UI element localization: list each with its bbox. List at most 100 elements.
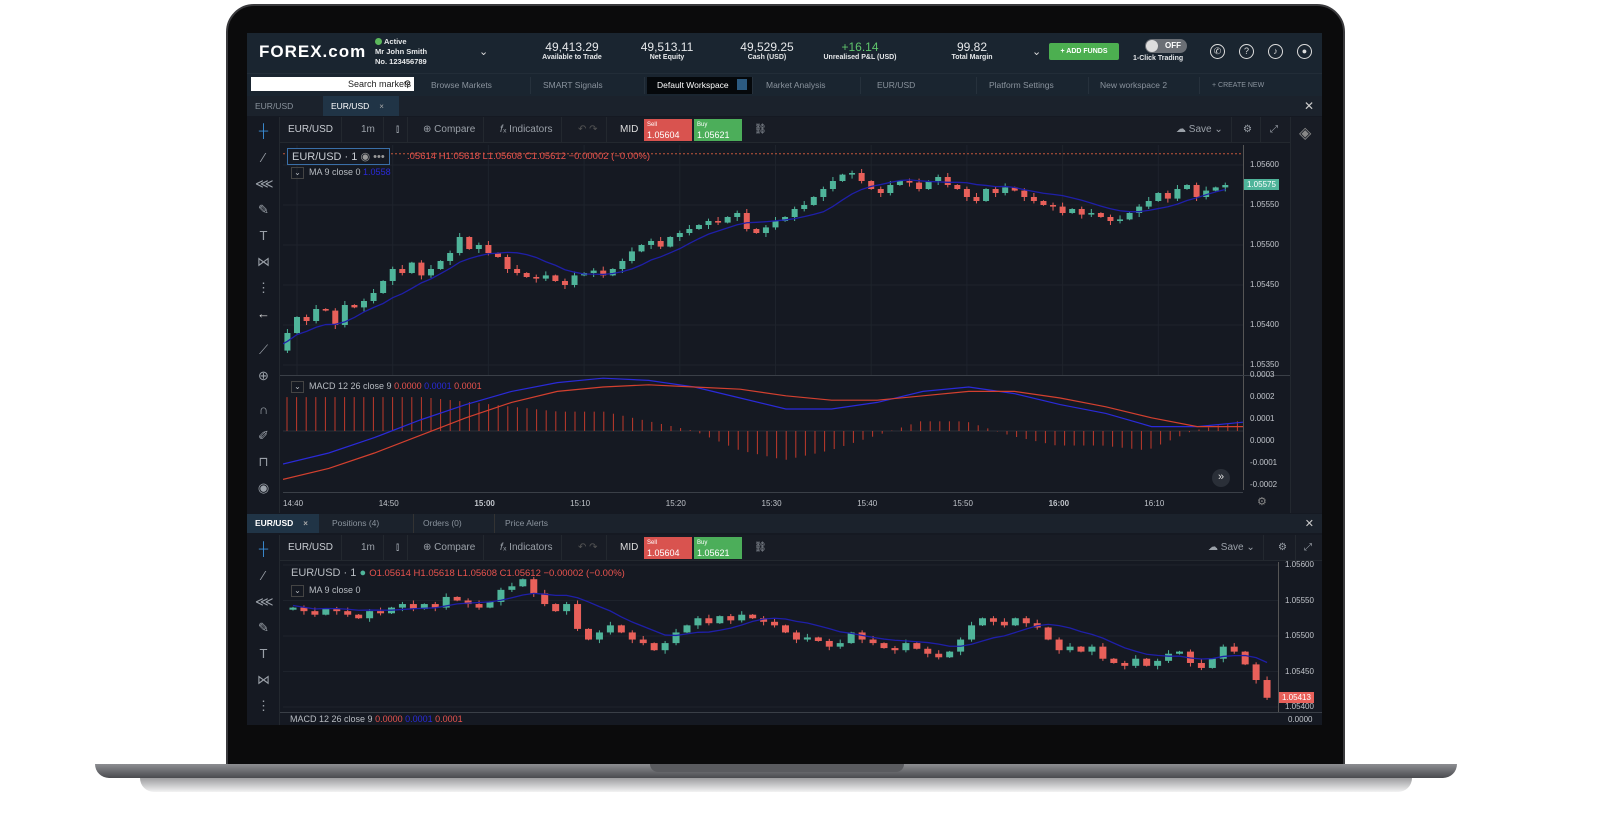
tab-platform-settings[interactable]: Platform Settings bbox=[979, 77, 1089, 94]
macd-chart[interactable] bbox=[283, 376, 1243, 490]
tab-market-analysis[interactable]: Market Analysis bbox=[756, 77, 861, 94]
time-axis[interactable]: 14:40 14:50 15:00 15:10 15:20 15:30 15:40 15:50… bbox=[283, 492, 1243, 512]
collapse-chevron-icon[interactable]: ⌄ bbox=[291, 585, 304, 597]
close-panel-icon[interactable]: ✕ bbox=[1305, 517, 1314, 530]
eye-icon[interactable]: ◉ bbox=[255, 479, 272, 496]
collapse-chevron-icon[interactable]: ⌄ bbox=[291, 167, 304, 179]
buy-button[interactable]: Buy 1.05621 bbox=[694, 537, 742, 559]
tab-browse-markets[interactable]: Browse Markets bbox=[421, 77, 531, 94]
prediction-icon[interactable]: ⋮ bbox=[255, 697, 272, 714]
search-input[interactable]: Search markets ⚲ bbox=[251, 77, 414, 91]
save-button[interactable]: ☁ Save ⌄ bbox=[1168, 117, 1232, 143]
sell-button[interactable]: Sell 1.05604 bbox=[644, 537, 692, 559]
phone-icon[interactable]: ✆ bbox=[1210, 44, 1225, 59]
compare-button[interactable]: ⊕ Compare bbox=[415, 535, 485, 561]
interval-selector[interactable]: 1m bbox=[353, 117, 384, 143]
link-icon[interactable]: ⛓ bbox=[746, 117, 775, 143]
main-series-legend[interactable]: EUR/USD · 1 ◉ ••• bbox=[287, 148, 390, 165]
lower-price-chart[interactable] bbox=[283, 562, 1278, 712]
crosshair-icon[interactable]: ┼ bbox=[255, 540, 272, 557]
ruler-icon[interactable]: ⟋ bbox=[255, 341, 272, 358]
symbol-selector[interactable]: EUR/USD bbox=[280, 117, 343, 143]
account-info[interactable]: Active Mr John Smith No. 123456789 bbox=[375, 37, 427, 67]
settings-gear-icon[interactable]: ⚙ bbox=[1235, 117, 1261, 143]
scroll-to-latest-icon[interactable]: » bbox=[1212, 469, 1230, 487]
back-arrow-icon[interactable]: ← bbox=[255, 305, 272, 322]
text-tool-icon[interactable]: T bbox=[255, 645, 272, 662]
brush-icon[interactable]: ✎ bbox=[255, 201, 272, 218]
lower-candle bbox=[1077, 646, 1085, 652]
time-tick: 15:50 bbox=[952, 499, 973, 508]
lock-drawings-icon[interactable]: ✐ bbox=[255, 427, 272, 444]
candle-type-icon[interactable]: ⫾ bbox=[388, 535, 409, 561]
price-axis[interactable]: 1.05600 1.05550 1.05500 1.05450 1.05400 1.053… bbox=[1243, 145, 1290, 375]
indicators-button[interactable]: 𝑓ₓ Indicators bbox=[492, 535, 562, 561]
close-panel-icon[interactable]: ✕ bbox=[1304, 99, 1314, 113]
collapse-chevron-icon[interactable]: ⌄ bbox=[291, 381, 304, 393]
prediction-icon[interactable]: ⋮ bbox=[255, 279, 272, 296]
stats-chevron-down-icon[interactable]: ⌄ bbox=[1032, 45, 1041, 58]
zoom-in-icon[interactable]: ⊕ bbox=[255, 367, 272, 384]
link-icon[interactable]: ⛓ bbox=[746, 535, 775, 561]
stat-available: 49,413.29 Available to Trade bbox=[542, 40, 602, 61]
bottom-tab-orders[interactable]: Orders (0) bbox=[415, 514, 495, 533]
close-icon[interactable]: × bbox=[379, 102, 384, 111]
create-new-button[interactable]: + CREATE NEW bbox=[1202, 77, 1312, 94]
pattern-icon[interactable]: ⋈ bbox=[255, 671, 272, 688]
magnet-icon[interactable]: ∩ bbox=[255, 401, 272, 418]
main-price-chart[interactable] bbox=[283, 145, 1243, 375]
fullscreen-icon[interactable]: ⤢ bbox=[1296, 535, 1320, 561]
main-candle bbox=[810, 197, 817, 205]
fib-tool-icon[interactable]: ⋘ bbox=[255, 593, 274, 610]
tab-new-workspace-2[interactable]: New workspace 2 bbox=[1090, 77, 1200, 94]
close-icon[interactable]: × bbox=[303, 519, 308, 528]
macd-axis[interactable]: 0.0003 0.0002 0.0001 0.0000 -0.0001 -0.0002 bbox=[1243, 370, 1290, 490]
drawing-tools: ┼ ⁄ ⋘ ✎ T ⋈ ⋮ ← ⟋ ⊕ ∩ ✐ ⊓ ◉ bbox=[247, 117, 280, 513]
unlock-icon[interactable]: ⊓ bbox=[255, 453, 272, 470]
tab-eurusd[interactable]: EUR/USD bbox=[867, 77, 977, 94]
compare-button[interactable]: ⊕ Compare bbox=[415, 117, 485, 143]
eye-icon[interactable]: ◉ ••• bbox=[360, 151, 384, 163]
sell-button[interactable]: Sell 1.05604 bbox=[644, 119, 692, 141]
account-chevron-down-icon[interactable]: ⌄ bbox=[479, 45, 488, 58]
tab-smart-signals[interactable]: SMART Signals bbox=[533, 77, 645, 94]
tab-default-workspace[interactable]: Default Workspace bbox=[647, 77, 753, 94]
crosshair-icon[interactable]: ┼ bbox=[255, 122, 272, 139]
trading-platform: FOREX.com Active Mr John Smith No. 12345… bbox=[247, 33, 1322, 725]
symbol-selector[interactable]: EUR/USD bbox=[280, 535, 343, 561]
chart-tab-2[interactable]: EUR/USD × bbox=[323, 96, 399, 116]
candle-type-icon[interactable]: ⫾ bbox=[388, 117, 409, 143]
interval-selector[interactable]: 1m bbox=[353, 535, 384, 561]
chart-toolbar: EUR/USD 1m ⫾ ⊕ Compare 𝑓ₓ Indicators ↶ ↷… bbox=[280, 117, 1290, 143]
lower-price-axis[interactable]: 1.05600 1.05550 1.05500 1.05450 1.05400 1.054… bbox=[1278, 560, 1322, 712]
add-funds-button[interactable]: + ADD FUNDS bbox=[1049, 43, 1119, 60]
save-button[interactable]: ☁ Save ⌄ bbox=[1200, 535, 1264, 561]
undo-redo-icon[interactable]: ↶ ↷ bbox=[570, 535, 607, 561]
main-candle bbox=[705, 221, 712, 225]
undo-redo-icon[interactable]: ↶ ↷ bbox=[570, 117, 607, 143]
bell-icon[interactable]: ♪ bbox=[1268, 44, 1283, 59]
indicators-button[interactable]: 𝑓ₓ Indicators bbox=[492, 117, 562, 143]
chart-tab-1[interactable]: EUR/USD bbox=[247, 96, 319, 116]
trend-line-icon[interactable]: ⁄ bbox=[255, 149, 272, 166]
bottom-tab-price-alerts[interactable]: Price Alerts bbox=[497, 514, 587, 533]
trend-line-icon[interactable]: ⁄ bbox=[255, 567, 272, 584]
fullscreen-icon[interactable]: ⤢ bbox=[1262, 117, 1286, 143]
axis-settings-icon[interactable]: ⚙ bbox=[1257, 495, 1267, 508]
help-icon[interactable]: ? bbox=[1239, 44, 1254, 59]
main-candle bbox=[533, 277, 540, 279]
pattern-icon[interactable]: ⋈ bbox=[255, 253, 272, 270]
bottom-tab-eurusd[interactable]: EUR/USD × bbox=[247, 514, 319, 533]
text-tool-icon[interactable]: T bbox=[255, 227, 272, 244]
bottom-tab-positions[interactable]: Positions (4) bbox=[324, 514, 414, 533]
kebab-menu-icon[interactable] bbox=[736, 79, 747, 90]
one-click-trading-toggle[interactable]: OFF bbox=[1145, 39, 1187, 53]
last-price-badge: 1.05575 bbox=[1244, 179, 1279, 190]
buy-button[interactable]: Buy 1.05621 bbox=[694, 119, 742, 141]
fib-tool-icon[interactable]: ⋘ bbox=[255, 175, 274, 192]
user-icon[interactable]: ● bbox=[1297, 44, 1312, 59]
brush-icon[interactable]: ✎ bbox=[255, 619, 272, 636]
main-candle bbox=[906, 181, 913, 183]
settings-gear-icon[interactable]: ⚙ bbox=[1270, 535, 1296, 561]
layers-icon[interactable]: ◈ bbox=[1299, 123, 1311, 143]
